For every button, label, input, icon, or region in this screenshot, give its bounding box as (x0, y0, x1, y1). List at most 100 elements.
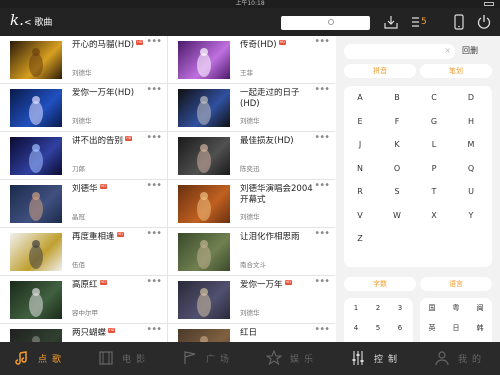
nav-item[interactable]: 我的 (420, 342, 500, 375)
letter-key[interactable]: F (385, 114, 409, 130)
tab-pinyin[interactable]: 拼音 (344, 64, 416, 78)
letter-key[interactable]: Y (459, 208, 483, 224)
letter-key[interactable]: T (422, 184, 446, 200)
song-item[interactable]: 让泪化作相思雨 南合文斗 ••• (168, 228, 335, 276)
search-input[interactable] (281, 16, 370, 30)
letter-key[interactable]: D (459, 90, 483, 106)
more-icon[interactable]: ••• (314, 84, 330, 95)
power-icon[interactable] (476, 14, 492, 30)
thumbnail-image (29, 192, 43, 221)
letter-key[interactable]: E (348, 114, 372, 130)
letter-key[interactable]: S (385, 184, 409, 200)
language-key[interactable]: 粤 (446, 301, 466, 315)
word-count-key[interactable]: 2 (368, 301, 388, 315)
clear-icon[interactable]: × (444, 46, 451, 55)
letter-key[interactable]: H (459, 114, 483, 130)
tab-language[interactable]: 语言 (420, 277, 492, 291)
language-key[interactable]: 日 (446, 321, 466, 335)
language-key[interactable]: 韩 (470, 321, 490, 335)
song-title: 爱你一万年 HD (240, 280, 318, 291)
letter-key[interactable]: X (422, 208, 446, 224)
keyword-input[interactable]: × (344, 44, 455, 59)
word-count-key[interactable]: 6 (390, 321, 410, 335)
more-icon[interactable]: ••• (314, 36, 330, 47)
letter-key[interactable]: N (348, 161, 372, 177)
song-thumbnail (178, 41, 230, 79)
tab-word-count[interactable]: 字数 (344, 277, 416, 291)
letter-key[interactable]: Z (348, 231, 372, 247)
letter-key[interactable]: C (422, 90, 446, 106)
song-thumbnail (178, 185, 230, 223)
letter-key[interactable]: P (422, 161, 446, 177)
more-icon[interactable]: ••• (314, 180, 330, 191)
language-key[interactable]: 英 (422, 321, 442, 335)
song-item[interactable]: 红日 ••• (168, 324, 335, 342)
letter-key[interactable]: Q (459, 161, 483, 177)
more-icon[interactable]: ••• (314, 324, 330, 335)
word-count-key[interactable]: 1 (346, 301, 366, 315)
song-item[interactable]: 两只蝴蝶 HD ••• (0, 324, 167, 342)
letter-key[interactable]: K (385, 137, 409, 153)
song-artist: 刘德华 (72, 117, 92, 125)
nav-item[interactable]: 电影 (84, 342, 168, 375)
more-icon[interactable]: ••• (146, 276, 162, 287)
hd-badge: HD (136, 40, 144, 45)
song-thumbnail (10, 329, 62, 342)
song-item[interactable]: 刘德华演唱会2004开幕式 刘德华 ••• (168, 180, 335, 228)
more-icon[interactable]: ••• (146, 132, 162, 143)
nav-label: 娱乐 (290, 355, 319, 365)
language-key[interactable]: 国 (422, 301, 442, 315)
nav-label: 电影 (122, 355, 151, 365)
letter-key[interactable]: J (348, 137, 372, 153)
more-icon[interactable]: ••• (314, 132, 330, 143)
phone-icon[interactable] (451, 14, 467, 30)
song-item[interactable]: 传奇(HD) HD 王菲 ••• (168, 36, 335, 84)
song-item[interactable]: 开心的马骝(HD) HD 刘德华 ••• (0, 36, 167, 84)
top-bar: k. < 歌曲 5 (0, 8, 500, 36)
letter-key[interactable]: G (422, 114, 446, 130)
nav-item[interactable]: 广场 (168, 342, 252, 375)
hd-badge: HD (278, 40, 286, 45)
song-item[interactable]: 爱你一万年(HD) 刘德华 ••• (0, 84, 167, 132)
letter-key[interactable]: R (348, 184, 372, 200)
language-key[interactable]: 闽 (470, 301, 490, 315)
letter-key[interactable]: V (348, 208, 372, 224)
letter-key[interactable]: B (385, 90, 409, 106)
more-icon[interactable]: ••• (314, 228, 330, 239)
song-title: 两只蝴蝶 HD (72, 328, 150, 339)
song-item[interactable]: 最佳损友(HD) 陈奕迅 ••• (168, 132, 335, 180)
song-item[interactable]: 高原红 HD 容中尔甲 ••• (0, 276, 167, 324)
download-icon[interactable] (383, 14, 399, 30)
word-count-key[interactable]: 5 (368, 321, 388, 335)
letter-key[interactable]: W (385, 208, 409, 224)
word-count-key[interactable]: 3 (390, 301, 410, 315)
word-count-key[interactable]: 4 (346, 321, 366, 335)
more-icon[interactable]: ••• (146, 324, 162, 335)
song-item[interactable]: 再度重相逢 HD 伍佰 ••• (0, 228, 167, 276)
nav-item[interactable]: 娱乐 (252, 342, 336, 375)
nav-item[interactable]: 控制 (336, 342, 420, 375)
more-icon[interactable]: ••• (314, 276, 330, 287)
more-icon[interactable]: ••• (146, 228, 162, 239)
more-icon[interactable]: ••• (146, 180, 162, 191)
song-item[interactable]: 爱你一万年 HD 刘德华 ••• (168, 276, 335, 324)
song-item[interactable]: 刘德华 HD 晶冠 ••• (0, 180, 167, 228)
tab-strokes[interactable]: 笔划 (420, 64, 492, 78)
letter-key[interactable]: A (348, 90, 372, 106)
letter-key[interactable]: L (422, 137, 446, 153)
song-title-text: 两只蝴蝶 (72, 328, 107, 338)
song-item[interactable]: 一起走过的日子(HD) 刘德华 ••• (168, 84, 335, 132)
thumbnail-image (29, 144, 43, 173)
more-icon[interactable]: ••• (146, 84, 162, 95)
more-icon[interactable]: ••• (146, 36, 162, 47)
nav-label: 我的 (458, 355, 487, 365)
nav-item[interactable]: 点歌 (0, 342, 84, 375)
back-button[interactable]: < 歌曲 (24, 15, 52, 28)
hd-badge: HD (125, 136, 133, 141)
delete-button[interactable]: 回删 (462, 45, 478, 56)
song-item[interactable]: 讲不出的告别 HD 刀郎 ••• (0, 132, 167, 180)
song-title-text: 红日 (240, 328, 258, 338)
letter-key[interactable]: O (385, 161, 409, 177)
letter-key[interactable]: U (459, 184, 483, 200)
letter-key[interactable]: M (459, 137, 483, 153)
